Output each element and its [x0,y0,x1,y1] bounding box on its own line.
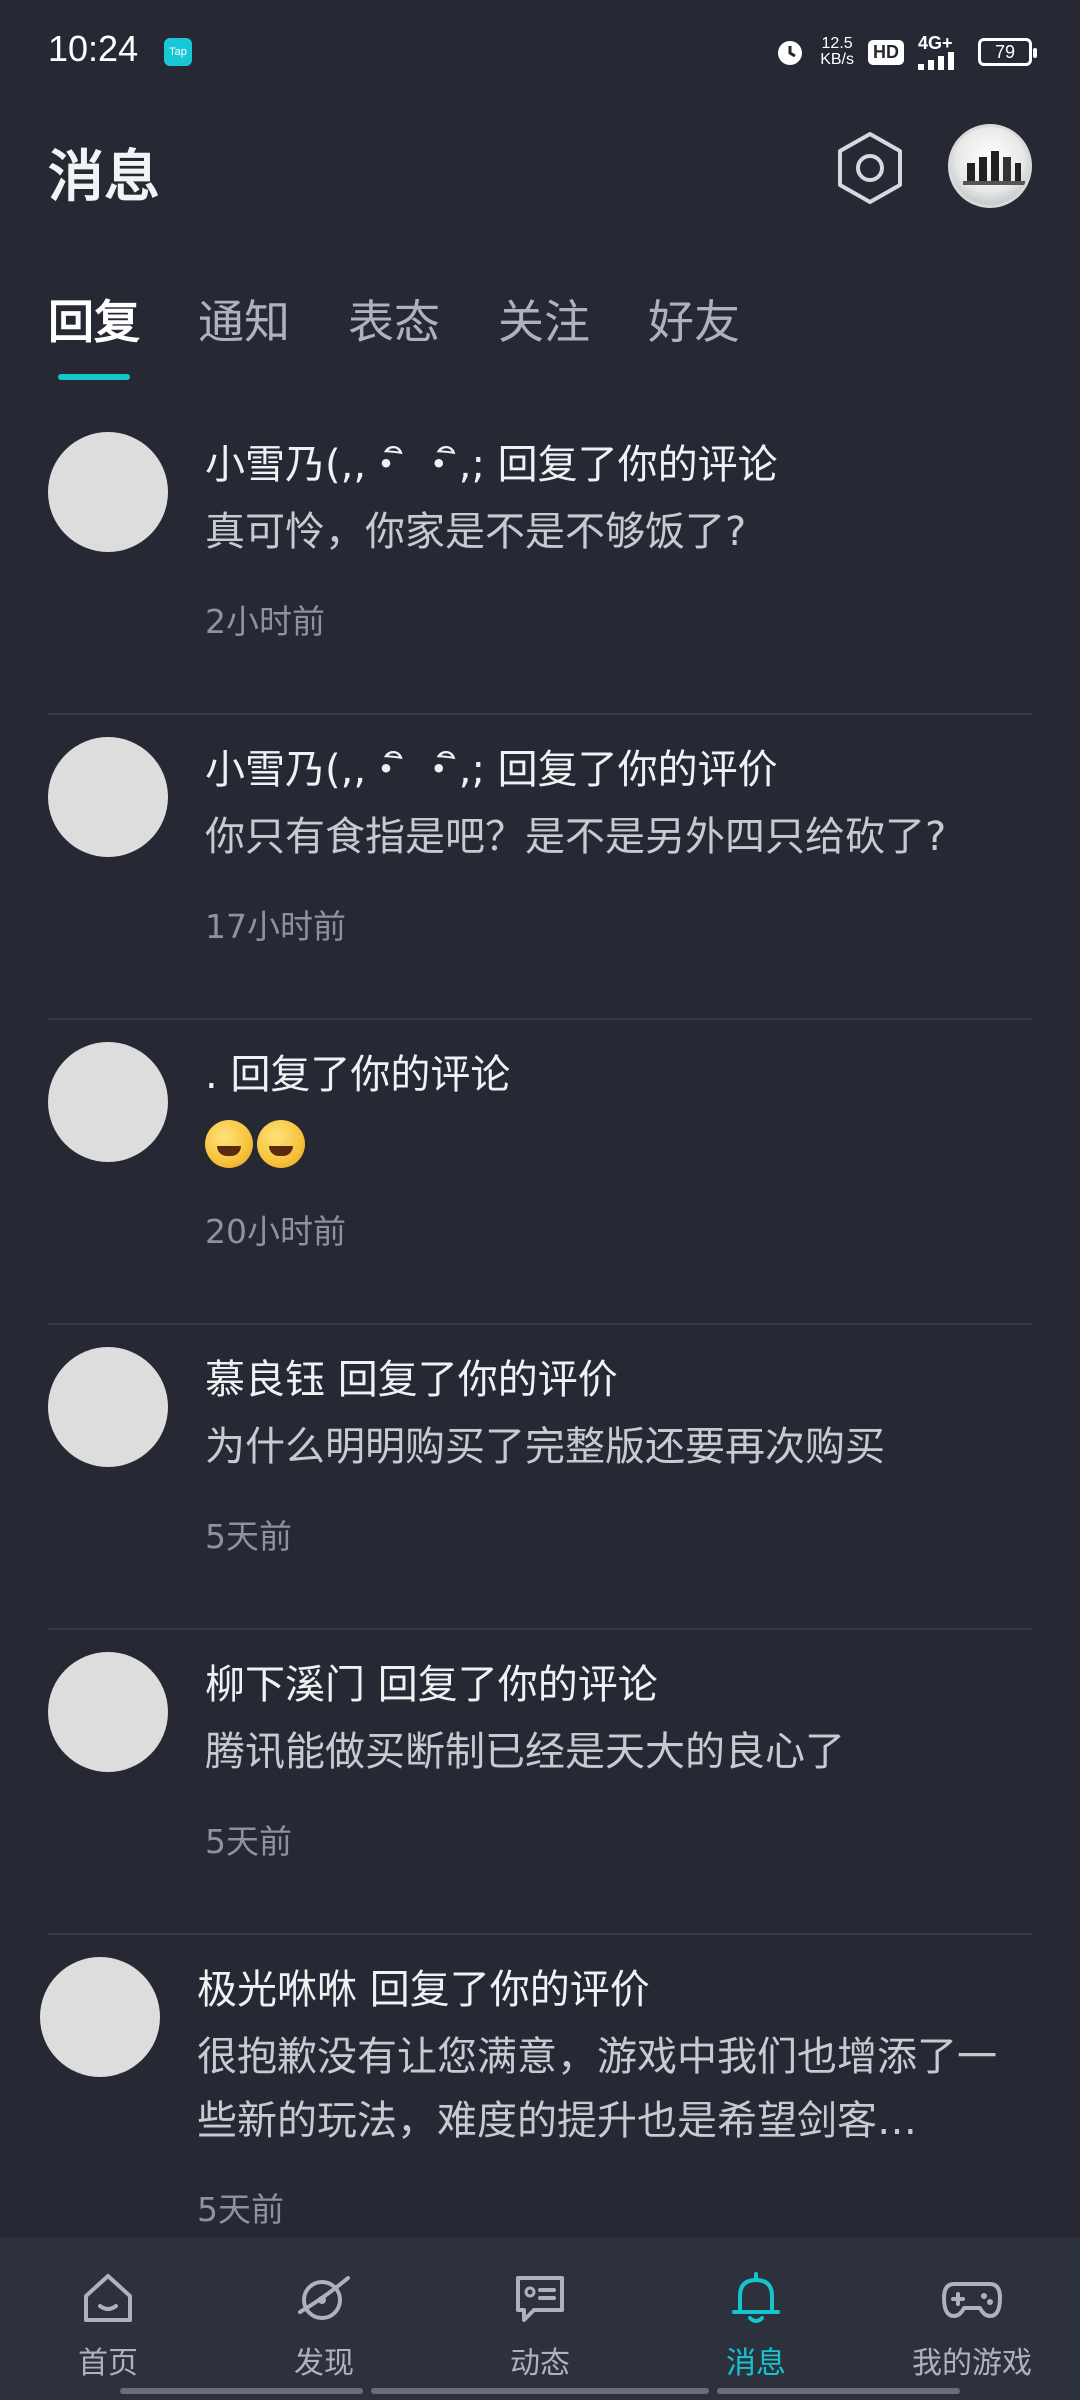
net-speed-value: 12.5 [821,35,853,52]
net-speed: 12.5 KB/s [820,36,854,68]
message-text: 为什么明明购买了完整版还要再次购买 [205,1424,885,1470]
sweat-smile-emoji-icon [257,1120,305,1168]
message-item[interactable]: . 回复了你的评论 😅😅 20小时前 [0,1020,1080,1325]
message-text: 很抱歉没有让您满意，游戏中我们也增添了一些新的玩法，难度的提升也是希望剑客… [197,2034,997,2144]
message-item[interactable]: 小雪乃(,,・ิ ・ิ,; 回复了你的评论 真可怜，你家是不是不够饭了? 2小时… [0,410,1080,715]
home-icon [84,2274,132,2322]
user-avatar[interactable] [48,1347,168,1467]
message-time: 5天前 [197,2190,284,2229]
nav-discover-label: 发现 [294,2346,354,2381]
sweat-smile-emoji-icon [205,1120,253,1168]
message-header: 极光咻咻 回复了你的评价 [197,1957,650,2015]
user-name[interactable]: . [205,1052,218,1098]
message-text: 真可怜，你家是不是不够饭了? [205,509,747,555]
active-tab-indicator [58,374,130,380]
nav-feed[interactable]: 动态 [432,2238,648,2400]
tap-app-icon: Tap [164,38,192,66]
tab-bar: 回复 通知 表态 关注 好友 [48,286,740,352]
status-icons: 12.5 KB/s HD 4G+ 79 [774,30,1037,74]
signal-indicator: 4G+ [918,34,964,70]
nav-messages[interactable]: 消息 [648,2238,864,2400]
nav-my-games[interactable]: 我的游戏 [864,2238,1080,2400]
bottom-nav: 首页 发现 动态 消息 我的游戏 [0,2238,1080,2400]
chess-pieces-icon [963,151,1025,185]
settings-hexagon-icon [838,132,902,204]
user-avatar[interactable] [48,1652,168,1772]
signal-bars-icon [918,52,954,70]
user-avatar[interactable] [48,1042,168,1162]
user-name[interactable]: 极光咻咻 [197,1967,357,2013]
message-header: 柳下溪门 回复了你的评论 [205,1652,658,1710]
feed-icon [516,2276,564,2322]
tab-notifications[interactable]: 通知 [198,286,290,352]
tab-follows[interactable]: 关注 [498,286,590,352]
settings-button[interactable] [830,128,910,208]
message-time: 20小时前 [205,1212,346,1251]
gesture-segment [716,2388,961,2394]
nav-home[interactable]: 首页 [0,2238,216,2400]
bell-icon [732,2272,780,2323]
message-item[interactable]: 小雪乃(,,・ิ ・ิ,; 回复了你的评价 你只有食指是吧？是不是另外四只给砍了… [0,715,1080,1020]
message-list: 小雪乃(,,・ิ ・ิ,; 回复了你的评论 真可怜，你家是不是不够饭了? 2小时… [0,410,1080,2240]
screen: 10:24 Tap 12.5 KB/s HD 4G+ 79 消息 回复 通知 表… [0,0,1080,2400]
signal-label: 4G+ [918,33,953,53]
status-time: 10:24 [48,28,139,69]
gesture-bar [120,2388,961,2396]
message-action: 回复了你的评价 [337,1357,618,1403]
message-action: 回复了你的评论 [497,442,778,488]
nav-messages-label: 消息 [726,2346,786,2381]
tab-replies[interactable]: 回复 [48,286,140,352]
alarm-icon [778,41,803,65]
status-bar: 10:24 Tap 12.5 KB/s HD 4G+ 79 [0,0,1080,100]
user-name[interactable]: 小雪乃(,,・ิ ・ิ,; [205,747,485,793]
tab-reactions[interactable]: 表态 [348,286,440,352]
message-text: 你只有食指是吧？是不是另外四只给砍了? [205,814,947,860]
nav-discover[interactable]: 发现 [216,2238,432,2400]
message-header: 小雪乃(,,・ิ ・ิ,; 回复了你的评价 [205,737,778,801]
message-text: 😅😅 [205,1110,1005,1174]
message-time: 5天前 [205,1517,292,1556]
message-action: 回复了你的评价 [497,747,778,793]
nav-feed-label: 动态 [510,2346,570,2381]
user-avatar[interactable] [40,1957,160,2077]
user-avatar[interactable] [48,737,168,857]
message-time: 2小时前 [205,602,325,641]
discover-icon [298,2276,350,2320]
message-item[interactable]: 慕良钰 回复了你的评价 为什么明明购买了完整版还要再次购买 5天前 [0,1325,1080,1630]
message-action: 回复了你的评论 [230,1052,511,1098]
message-header: 小雪乃(,,・ิ ・ิ,; 回复了你的评论 [205,432,778,496]
nav-my-games-label: 我的游戏 [912,2346,1032,2381]
tab-friends[interactable]: 好友 [648,286,740,352]
message-text: 腾讯能做买断制已经是天大的良心了 [205,1729,845,1775]
message-time: 5天前 [205,1822,292,1861]
battery-icon: 79 [978,38,1037,66]
gesture-segment [120,2388,364,2394]
net-speed-unit: KB/s [820,51,854,68]
message-item[interactable]: 极光咻咻 回复了你的评价 很抱歉没有让您满意，游戏中我们也增添了一些新的玩法，难… [0,1935,1080,2240]
gesture-segment [371,2388,709,2394]
message-action: 回复了你的评论 [377,1662,658,1708]
message-header: 慕良钰 回复了你的评价 [205,1347,618,1405]
user-avatar[interactable] [48,432,168,552]
gamepad-icon [942,2282,1002,2318]
user-name[interactable]: 柳下溪门 [205,1662,365,1708]
page-title: 消息 [48,145,160,210]
hd-badge: HD [868,39,904,65]
message-item[interactable]: 柳下溪门 回复了你的评论 腾讯能做买断制已经是天大的良心了 5天前 [0,1630,1080,1935]
message-action: 回复了你的评价 [369,1967,650,2013]
message-header: . 回复了你的评论 [205,1042,510,1100]
message-time: 17小时前 [205,907,346,946]
nav-home-label: 首页 [78,2346,138,2381]
user-name[interactable]: 小雪乃(,,・ิ ・ิ,; [205,442,485,488]
user-name[interactable]: 慕良钰 [205,1357,325,1403]
profile-avatar[interactable] [948,124,1032,208]
